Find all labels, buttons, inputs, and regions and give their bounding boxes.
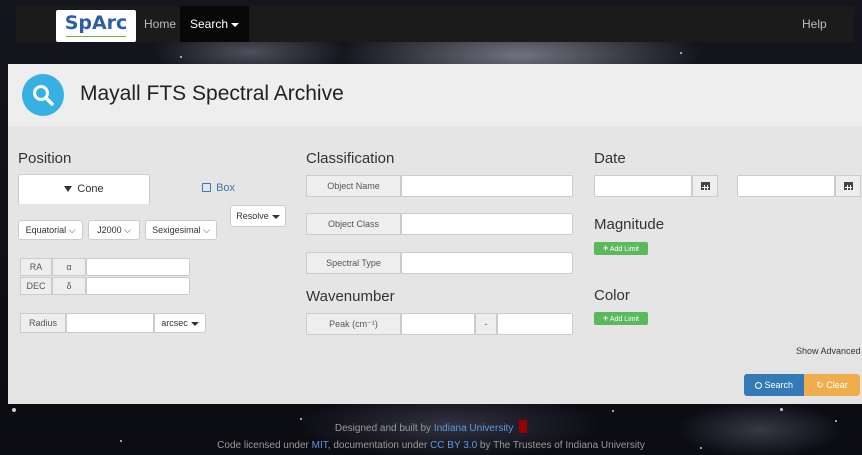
spectral-type-input[interactable] xyxy=(401,252,573,274)
square-icon xyxy=(202,183,211,192)
resolve-button[interactable]: Resolve xyxy=(230,205,286,227)
object-class-input[interactable] xyxy=(401,213,573,235)
caret-down-icon xyxy=(271,214,280,219)
position-title: Position xyxy=(18,150,72,167)
color-title: Color xyxy=(594,287,630,304)
chevron-down-icon: ⌵ xyxy=(203,225,210,235)
footer-license: Code licensed under MIT, documentation u… xyxy=(0,440,862,451)
coord-system-value: Equatorial xyxy=(25,225,67,235)
chevron-down-icon: ⌵ xyxy=(68,225,76,235)
magnitude-add-limit-label: Add Limit xyxy=(609,246,639,253)
pulse-line-icon xyxy=(66,36,126,38)
refresh-icon: ↻ xyxy=(816,380,824,390)
chevron-down-icon: ⌵ xyxy=(124,225,131,235)
format-value: Sexigesimal xyxy=(152,225,201,235)
clear-button[interactable]: ↻ Clear xyxy=(804,374,860,396)
radius-input[interactable] xyxy=(66,313,154,333)
ra-label: RA xyxy=(20,258,52,276)
caret-down-icon xyxy=(231,22,240,27)
search-icon xyxy=(754,382,762,389)
peak-range-separator: - xyxy=(475,313,497,335)
nav-search-label: Search xyxy=(190,17,229,31)
nav-search-dropdown[interactable]: Search xyxy=(180,6,250,42)
footer-credit: Designed and built by Indiana University xyxy=(0,420,862,434)
coord-system-select[interactable]: Equatorial ⌵ xyxy=(18,220,83,240)
clear-button-label: Clear xyxy=(826,380,848,390)
filter-icon xyxy=(64,186,73,193)
object-name-input[interactable] xyxy=(401,175,573,197)
show-advanced-link[interactable]: Show Advanced xyxy=(796,346,861,356)
date-start-input[interactable] xyxy=(594,175,692,197)
wavenumber-title: Wavenumber xyxy=(306,288,395,305)
peak-label: Peak (cm⁻¹) xyxy=(306,313,401,335)
plus-icon: + xyxy=(602,313,609,323)
tab-box-label: Box xyxy=(216,182,236,194)
dec-symbol: δ xyxy=(52,277,86,295)
nav-help-label: Help xyxy=(802,17,827,31)
navbar: SpArc Home Search Help xyxy=(16,6,854,42)
search-button[interactable]: Search xyxy=(744,374,804,396)
search-button-label: Search xyxy=(764,380,794,390)
date-end-input[interactable] xyxy=(737,175,835,197)
footer-license-text-b: , documentation under xyxy=(327,440,428,451)
footer-credit-prefix: Designed and built by xyxy=(334,423,432,434)
calendar-icon xyxy=(844,182,853,190)
brand-logo[interactable]: SpArc xyxy=(56,10,136,42)
brand-name: SpArc xyxy=(64,12,128,34)
search-logo-icon xyxy=(22,74,64,116)
calendar-icon xyxy=(701,182,710,190)
epoch-select[interactable]: J2000 ⌵ xyxy=(88,220,140,240)
magnitude-title: Magnitude xyxy=(594,216,665,233)
footer-license-text-a: Code licensed under xyxy=(217,440,309,451)
nav-help[interactable]: Help xyxy=(792,6,837,42)
caret-down-icon xyxy=(190,321,199,326)
ra-input[interactable] xyxy=(86,258,190,276)
date-end-calendar-button[interactable] xyxy=(835,175,861,197)
iu-trident-icon xyxy=(519,420,528,433)
peak-max-input[interactable] xyxy=(497,313,573,335)
dec-label: DEC xyxy=(20,277,52,295)
radius-label: Radius xyxy=(20,313,66,333)
tab-cone[interactable]: Cone xyxy=(18,174,150,204)
radius-unit-dropdown[interactable]: arcsec xyxy=(154,313,206,333)
magnitude-add-limit-button[interactable]: + Add Limit xyxy=(594,242,648,255)
color-add-limit-label: Add Limit xyxy=(609,316,639,323)
ra-symbol: α xyxy=(52,258,86,276)
date-title: Date xyxy=(594,150,626,167)
mit-license-link[interactable]: MIT xyxy=(312,440,328,451)
object-class-label: Object Class xyxy=(306,213,401,235)
resolve-label: Resolve xyxy=(236,211,269,221)
nav-home[interactable]: Home xyxy=(134,6,186,42)
color-add-limit-button[interactable]: + Add Limit xyxy=(594,312,648,325)
spectral-type-label: Spectral Type xyxy=(306,252,401,274)
radius-unit-value: arcsec xyxy=(161,318,188,328)
dec-input[interactable] xyxy=(86,277,190,295)
classification-title: Classification xyxy=(306,150,395,167)
object-name-label: Object Name xyxy=(306,175,401,197)
page-title: Mayall FTS Spectral Archive xyxy=(80,82,344,105)
title-bar: Mayall FTS Spectral Archive xyxy=(8,64,862,126)
cc-by-link[interactable]: CC BY 3.0 xyxy=(430,440,477,451)
plus-icon: + xyxy=(602,243,609,253)
footer-license-text-c: by The Trustees of Indiana University xyxy=(479,440,645,451)
nav-home-label: Home xyxy=(144,17,177,31)
indiana-university-link[interactable]: Indiana University xyxy=(434,423,513,434)
tab-cone-label: Cone xyxy=(77,183,104,195)
format-select[interactable]: Sexigesimal ⌵ xyxy=(145,220,217,240)
date-start-calendar-button[interactable] xyxy=(692,175,718,197)
tab-box[interactable]: Box xyxy=(202,182,235,194)
peak-min-input[interactable] xyxy=(401,313,475,335)
search-form-panel: Mayall FTS Spectral Archive Position Con… xyxy=(8,64,862,404)
epoch-value: J2000 xyxy=(97,225,122,235)
